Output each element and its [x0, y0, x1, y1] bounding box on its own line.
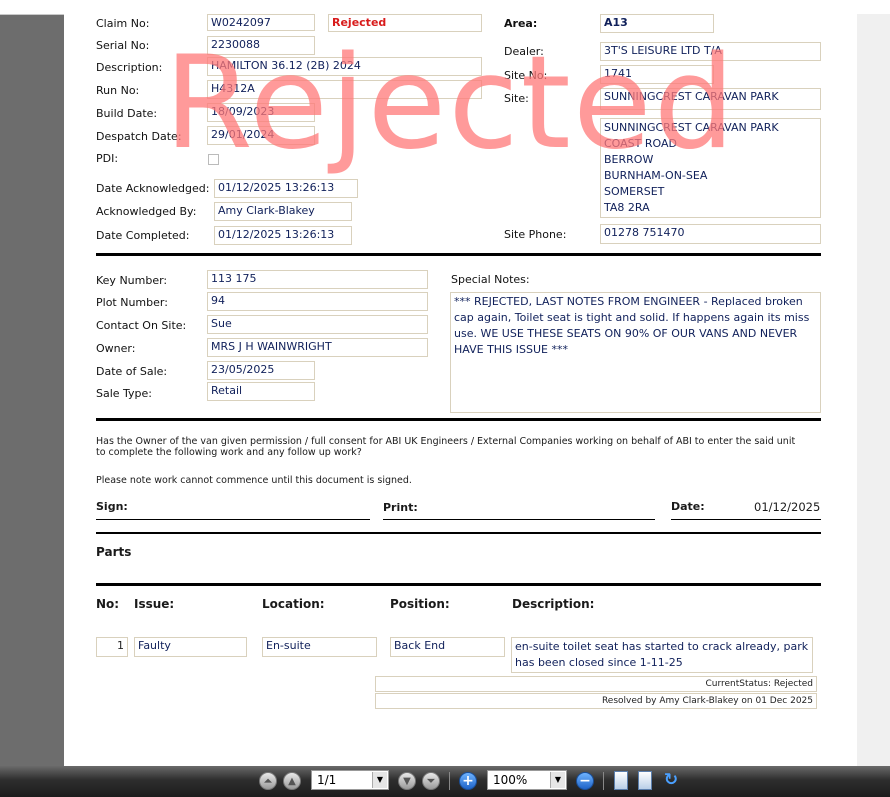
- acknowledged-by-field: Amy Clark-Blakey: [214, 202, 352, 221]
- col-header-description: Description:: [512, 597, 595, 611]
- rotate-icon[interactable]: ↻: [662, 772, 680, 790]
- despatch-date-label: Despatch Date:: [96, 130, 182, 143]
- date-completed-field: 01/12/2025 13:26:13: [214, 226, 352, 245]
- site-phone-label: Site Phone:: [504, 228, 567, 241]
- sale-type-label: Sale Type:: [96, 387, 153, 400]
- dealer-label: Dealer:: [504, 45, 544, 58]
- part-location-cell: En-suite: [262, 637, 377, 657]
- sale-type-field: Retail: [207, 382, 315, 401]
- date-acknowledged-label: Date Acknowledged:: [96, 182, 210, 195]
- sign-label: Sign:: [96, 500, 128, 513]
- parts-heading: Parts: [96, 545, 132, 559]
- section-divider: [96, 418, 821, 421]
- current-status: CurrentStatus: Rejected: [375, 676, 817, 692]
- print-line[interactable]: [383, 519, 655, 520]
- build-date-field: 18/09/2023: [207, 103, 315, 122]
- build-date-label: Build Date:: [96, 107, 158, 120]
- key-number-label: Key Number:: [96, 274, 168, 287]
- special-notes-field: *** REJECTED, LAST NOTES FROM ENGINEER -…: [450, 292, 821, 413]
- pdf-viewer-toolbar: ⏶ ▲ 1/1 ▼ ▼ ⏷ + 100% ▼ − ↻: [0, 766, 890, 797]
- site-address-block: SUNNINGCREST CARAVAN PARK COAST ROAD BER…: [600, 118, 821, 218]
- toolbar-separator: [449, 772, 450, 790]
- date-completed-label: Date Completed:: [96, 229, 190, 242]
- area-field: A13: [600, 14, 714, 33]
- run-no-field: H4312A: [207, 80, 482, 99]
- chevron-down-icon[interactable]: ▼: [372, 772, 387, 788]
- address-line: BURNHAM-ON-SEA: [604, 169, 708, 182]
- serial-no-field: 2230088: [207, 36, 315, 55]
- section-divider: [96, 583, 821, 586]
- first-page-icon[interactable]: ⏶: [259, 772, 277, 790]
- description-label: Description:: [96, 61, 163, 74]
- part-description-cell: en-suite toilet seat has started to crac…: [511, 637, 813, 673]
- date-value: 01/12/2025: [754, 500, 821, 514]
- single-page-view-icon[interactable]: [614, 771, 628, 790]
- part-no-cell: 1: [96, 637, 128, 657]
- zoom-selector[interactable]: 100% ▼: [487, 770, 567, 790]
- address-line: SOMERSET: [604, 185, 665, 198]
- part-issue-cell: Faulty: [134, 637, 247, 657]
- status-flag: Rejected: [328, 14, 482, 32]
- area-label: Area:: [504, 17, 538, 30]
- col-header-position: Position:: [390, 597, 450, 611]
- claim-no-label: Claim No:: [96, 17, 150, 30]
- sign-line[interactable]: [96, 519, 370, 520]
- zoom-level: 100%: [493, 773, 528, 787]
- owner-field: MRS J H WAINWRIGHT: [207, 338, 428, 357]
- zoom-in-icon[interactable]: +: [459, 772, 477, 790]
- site-phone-field: 01278 751470: [600, 224, 821, 244]
- key-number-field: 113 175: [207, 270, 428, 289]
- section-divider: [96, 532, 821, 534]
- despatch-date-field: 29/01/2024: [207, 126, 315, 145]
- last-page-icon[interactable]: ⏷: [422, 772, 440, 790]
- chevron-down-icon[interactable]: ▼: [550, 772, 565, 788]
- permission-text: Has the Owner of the van given permissio…: [96, 436, 796, 458]
- resolved-by: Resolved by Amy Clark-Blakey on 01 Dec 2…: [375, 693, 817, 709]
- site-no-field: 1741: [600, 65, 714, 84]
- date-of-sale-label: Date of Sale:: [96, 365, 168, 378]
- date-line: [671, 519, 821, 520]
- run-no-label: Run No:: [96, 84, 140, 97]
- viewer-right-margin: [857, 14, 890, 766]
- contact-on-site-label: Contact On Site:: [96, 319, 187, 332]
- col-header-location: Location:: [262, 597, 325, 611]
- acknowledged-by-label: Acknowledged By:: [96, 205, 197, 218]
- signature-note: Please note work cannot commence until t…: [96, 475, 412, 486]
- address-line: SUNNINGCREST CARAVAN PARK: [604, 121, 779, 134]
- part-position-cell: Back End: [390, 637, 505, 657]
- pdi-label: PDI:: [96, 152, 119, 165]
- previous-page-icon[interactable]: ▲: [283, 772, 301, 790]
- address-line: COAST ROAD: [604, 137, 677, 150]
- viewer-top-strip: [0, 0, 890, 15]
- special-notes-label: Special Notes:: [451, 273, 530, 286]
- contact-on-site-field: Sue: [207, 315, 428, 334]
- page-selector[interactable]: 1/1 ▼: [311, 770, 389, 790]
- pdi-checkbox[interactable]: [208, 154, 219, 165]
- address-line: BERROW: [604, 153, 654, 166]
- print-label: Print:: [383, 501, 418, 514]
- site-label: Site:: [504, 92, 529, 105]
- date-acknowledged-field: 01/12/2025 13:26:13: [214, 179, 358, 198]
- date-label: Date:: [671, 500, 705, 513]
- plot-number-label: Plot Number:: [96, 296, 168, 309]
- plot-number-field: 94: [207, 292, 428, 311]
- col-header-no: No:: [96, 597, 120, 611]
- fit-page-icon[interactable]: [638, 771, 652, 790]
- description-field: HAMILTON 36.12 (2B) 2024: [207, 57, 482, 76]
- col-header-issue: Issue:: [134, 597, 175, 611]
- claim-no-field: W0242097: [207, 14, 315, 31]
- owner-label: Owner:: [96, 342, 136, 355]
- next-page-icon[interactable]: ▼: [398, 772, 416, 790]
- site-field: SUNNINGCREST CARAVAN PARK: [600, 88, 821, 110]
- address-line: TA8 2RA: [604, 201, 650, 214]
- section-divider: [96, 253, 821, 256]
- site-no-label: Site No:: [504, 69, 548, 82]
- serial-no-label: Serial No:: [96, 39, 150, 52]
- dealer-field: 3T'S LEISURE LTD T/A: [600, 42, 821, 61]
- toolbar-separator: [603, 772, 604, 790]
- date-of-sale-field: 23/05/2025: [207, 361, 315, 380]
- zoom-out-icon[interactable]: −: [576, 772, 594, 790]
- document-page: Claim No: W0242097 Rejected Serial No: 2…: [64, 14, 857, 766]
- page-indicator: 1/1: [317, 773, 337, 787]
